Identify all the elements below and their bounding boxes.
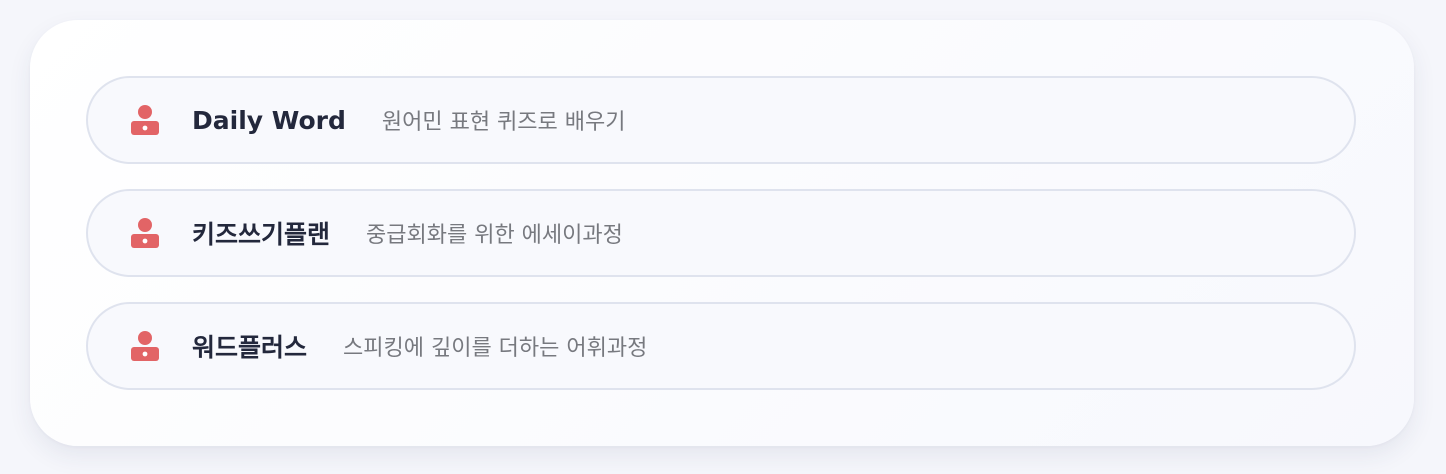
course-list-card: Daily Word 원어민 표현 퀴즈로 배우기 키즈쓰기플랜 중급회화를 위… <box>30 20 1414 446</box>
course-title: 워드플러스 <box>192 333 308 362</box>
user-badge-icon <box>131 105 159 135</box>
course-item-kids-writing-plan[interactable]: 키즈쓰기플랜 중급회화를 위한 에세이과정 <box>86 189 1356 277</box>
course-description: 중급회화를 위한 에세이과정 <box>366 223 623 248</box>
course-title: Daily Word <box>192 105 346 135</box>
course-description: 원어민 표현 퀴즈로 배우기 <box>381 110 626 135</box>
user-badge-icon <box>131 218 159 248</box>
course-item-daily-word[interactable]: Daily Word 원어민 표현 퀴즈로 배우기 <box>86 76 1356 164</box>
course-item-word-plus[interactable]: 워드플러스 스피킹에 깊이를 더하는 어휘과정 <box>86 302 1356 390</box>
user-badge-icon <box>131 331 159 361</box>
course-description: 스피킹에 깊이를 더하는 어휘과정 <box>343 336 648 361</box>
course-title: 키즈쓰기플랜 <box>192 220 331 249</box>
course-list: Daily Word 원어민 표현 퀴즈로 배우기 키즈쓰기플랜 중급회화를 위… <box>86 76 1358 415</box>
